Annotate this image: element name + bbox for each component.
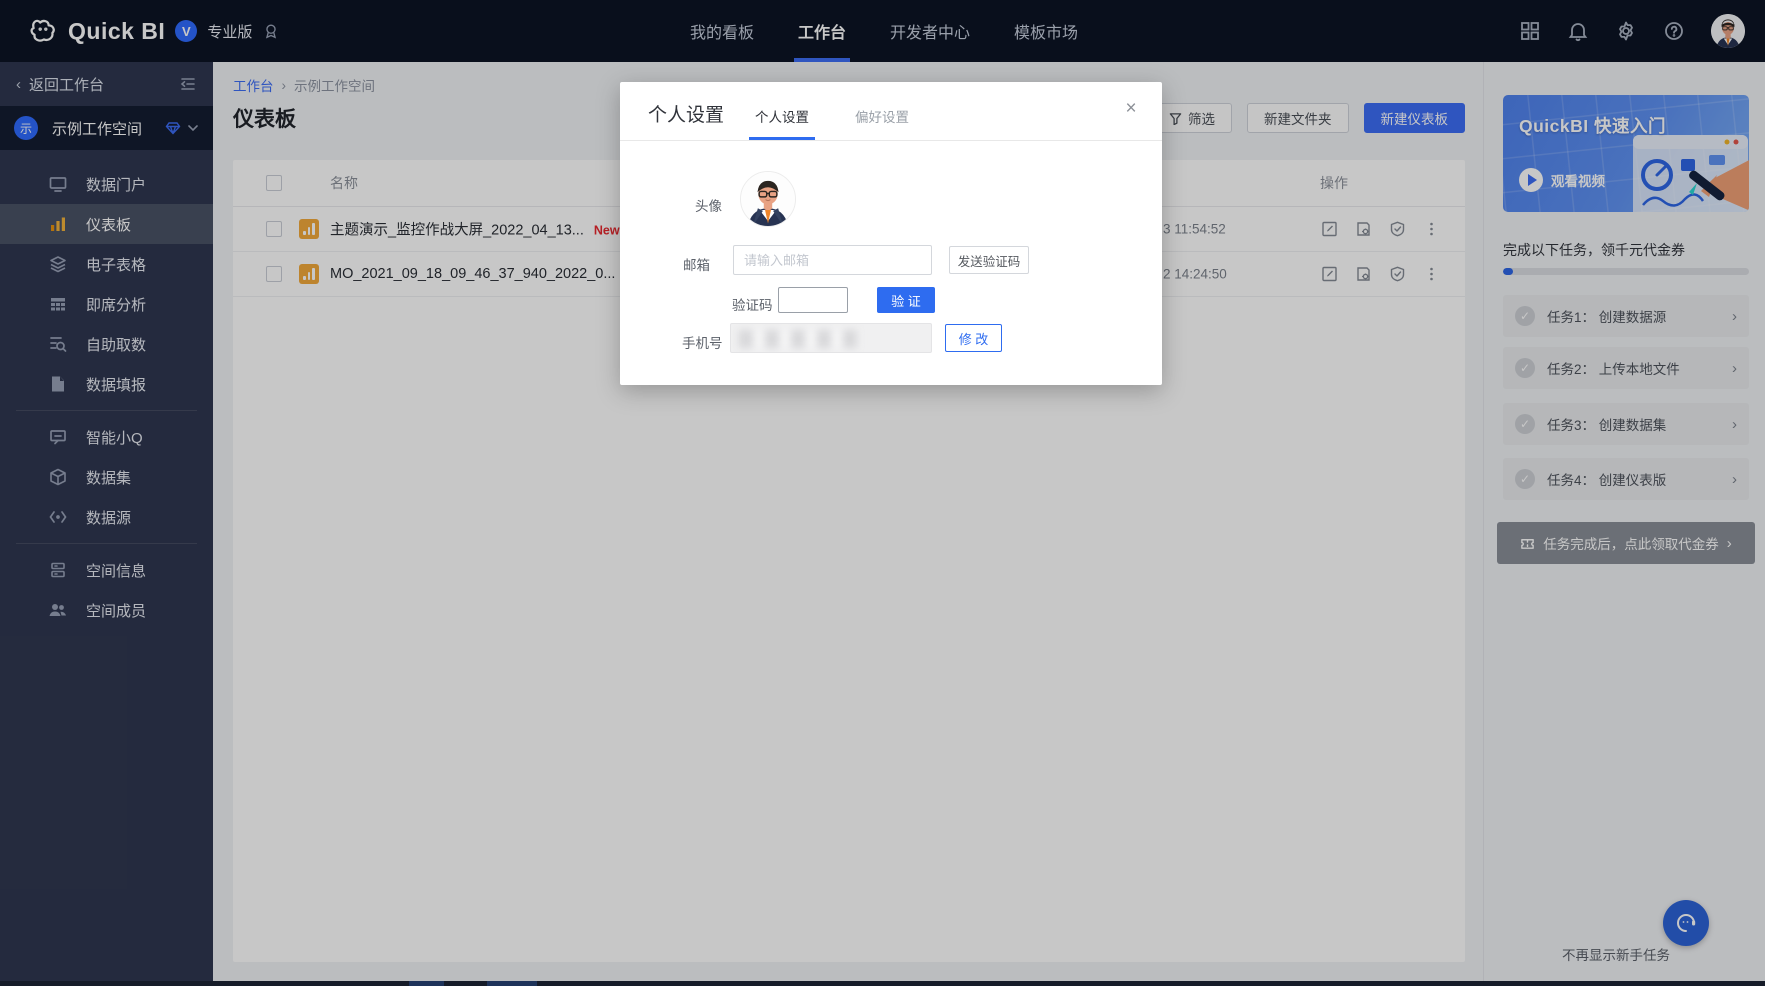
email-field-label: 邮箱	[683, 254, 710, 274]
phone-masked-value	[730, 323, 932, 353]
phone-field-label: 手机号	[682, 332, 723, 352]
email-input[interactable]	[733, 245, 932, 275]
modify-phone-button[interactable]: 修 改	[945, 324, 1002, 352]
code-field-label: 验证码	[732, 294, 773, 314]
tab-personal-settings[interactable]: 个人设置	[755, 106, 809, 140]
personal-settings-modal: 个人设置 个人设置 偏好设置 × 头像 邮箱 发送验证码 验证码 验 证 手机号…	[620, 82, 1162, 385]
modal-title: 个人设置	[648, 100, 724, 127]
avatar-field-label: 头像	[695, 195, 722, 215]
code-input[interactable]	[778, 287, 848, 313]
send-code-button[interactable]: 发送验证码	[949, 246, 1029, 274]
quickbi-app: Quick BI V 专业版 我的看板 工作台 开发者中心 模板市场	[0, 0, 1765, 986]
tab-preference-settings[interactable]: 偏好设置	[855, 106, 909, 140]
close-icon[interactable]: ×	[1122, 100, 1140, 118]
profile-avatar[interactable]	[740, 171, 796, 227]
modal-tabs: 个人设置 偏好设置	[755, 82, 909, 140]
verify-button[interactable]: 验 证	[877, 287, 935, 313]
modal-header: 个人设置 个人设置 偏好设置 ×	[620, 82, 1162, 141]
